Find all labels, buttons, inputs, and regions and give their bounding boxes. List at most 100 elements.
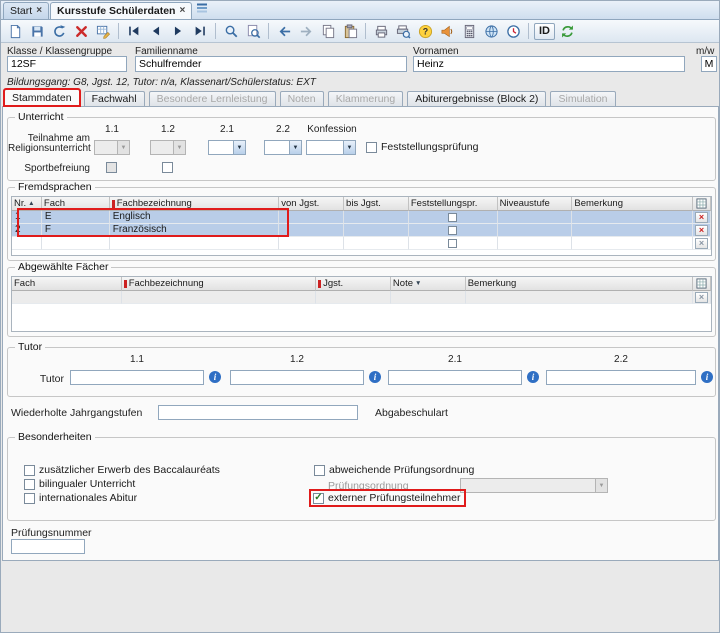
table-settings-button[interactable]: [693, 277, 711, 291]
tab-kursstufe-schuelerdaten[interactable]: Kursstufe Schülerdaten ×: [50, 2, 192, 19]
col-feststellungspr[interactable]: Feststellungspr.: [409, 197, 498, 211]
filter-search-icon[interactable]: [243, 22, 263, 41]
checkbox-box[interactable]: [24, 493, 35, 504]
print-preview-icon[interactable]: [393, 22, 413, 41]
next-record-icon[interactable]: [168, 22, 188, 41]
checkbox-box[interactable]: [24, 465, 35, 476]
delete-row-button[interactable]: ×: [695, 292, 708, 303]
chevron-down-icon[interactable]: ▼: [289, 140, 302, 155]
col-note[interactable]: Note▼: [391, 277, 466, 291]
pruefungsnummer-label: Prüfungsnummer: [11, 527, 92, 539]
navigate-forward-icon[interactable]: [296, 22, 316, 41]
table-row[interactable]: 2 F Französisch ×: [12, 224, 711, 237]
feststellung-checkbox[interactable]: [448, 226, 457, 235]
feststellungspruefung-label: Feststellungsprüfung: [381, 141, 478, 153]
col-nr[interactable]: Nr.▲: [12, 197, 42, 211]
main-toolbar: ? ID: [1, 20, 719, 43]
tab-list-icon[interactable]: [196, 2, 208, 17]
checkbox-box[interactable]: [314, 465, 325, 476]
klasse-input[interactable]: [7, 56, 127, 72]
checkbox-box[interactable]: [162, 162, 173, 173]
refresh-icon[interactable]: [557, 22, 577, 41]
cell-bemerkung: [572, 237, 693, 250]
report-icon[interactable]: [437, 22, 457, 41]
familienname-input[interactable]: [135, 56, 407, 72]
cell-feststellungspr: [409, 224, 498, 237]
tutor-1-1-input[interactable]: [70, 370, 204, 385]
last-record-icon[interactable]: [190, 22, 210, 41]
close-icon[interactable]: ×: [179, 6, 185, 16]
feststellung-checkbox[interactable]: [448, 239, 457, 248]
col-bemerkung[interactable]: Bemerkung: [572, 197, 693, 211]
previous-record-icon[interactable]: [146, 22, 166, 41]
delete-row-button[interactable]: ×: [695, 238, 708, 249]
chevron-down-icon[interactable]: ▼: [343, 140, 356, 155]
externer-pruefungsteilnehmer-checkbox[interactable]: ✓ externer Prüfungsteilnehmer: [311, 491, 464, 505]
sportbefreiung-1-2-checkbox[interactable]: [162, 162, 173, 173]
col-von-jgst[interactable]: von Jgst.: [279, 197, 344, 211]
mw-input[interactable]: [701, 56, 717, 72]
col-bis-jgst[interactable]: bis Jgst.: [344, 197, 409, 211]
vornamen-input[interactable]: [413, 56, 685, 72]
internationales-abitur-checkbox[interactable]: internationales Abitur: [24, 492, 137, 504]
search-icon[interactable]: [221, 22, 241, 41]
info-icon[interactable]: i: [209, 371, 221, 383]
paste-icon[interactable]: [340, 22, 360, 41]
feststellung-checkbox[interactable]: [448, 213, 457, 222]
tutor-1-2-input[interactable]: [230, 370, 364, 385]
delete-row-button[interactable]: ×: [695, 225, 708, 236]
help-icon[interactable]: ?: [415, 22, 435, 41]
table-row-empty[interactable]: ×: [12, 291, 711, 304]
save-icon[interactable]: [27, 22, 47, 41]
col-bemerkung[interactable]: Bemerkung: [466, 277, 693, 291]
print-icon[interactable]: [371, 22, 391, 41]
col-fachbezeichnung[interactable]: Fachbezeichnung: [122, 277, 316, 291]
navigate-back-icon[interactable]: [274, 22, 294, 41]
tab-start[interactable]: Start ×: [3, 2, 49, 19]
baccalaureat-checkbox[interactable]: zusätzlicher Erwerb des Baccalauréats: [24, 464, 220, 476]
table-row-empty[interactable]: ×: [12, 237, 711, 250]
table-row[interactable]: 1 E Englisch ×: [12, 211, 711, 224]
tab-stammdaten[interactable]: Stammdaten: [4, 89, 80, 106]
col-fachbezeichnung[interactable]: Fachbezeichnung: [110, 197, 280, 211]
info-icon[interactable]: i: [369, 371, 381, 383]
close-icon[interactable]: ×: [36, 6, 42, 16]
info-icon[interactable]: i: [701, 371, 713, 383]
feststellungspruefung-checkbox[interactable]: Feststellungsprüfung: [366, 141, 478, 153]
stammdaten-panel: Unterricht 1.1 1.2 2.1 2.2 Konfession Te…: [2, 106, 719, 561]
table-edit-icon[interactable]: [93, 22, 113, 41]
undo-icon[interactable]: [49, 22, 69, 41]
copy-icon[interactable]: [318, 22, 338, 41]
table-settings-button[interactable]: [693, 197, 711, 211]
col-fach[interactable]: Fach: [12, 277, 122, 291]
religion-2-2-combo[interactable]: ▼: [264, 140, 302, 155]
info-icon[interactable]: i: [527, 371, 539, 383]
first-record-icon[interactable]: [124, 22, 144, 41]
history-icon[interactable]: [503, 22, 523, 41]
religion-2-1-combo[interactable]: ▼: [208, 140, 246, 155]
delete-icon[interactable]: [71, 22, 91, 41]
chevron-down-icon[interactable]: ▼: [233, 140, 246, 155]
app-window: Start × Kursstufe Schülerdaten × ?: [0, 0, 720, 633]
abweichende-pruefungsordnung-checkbox[interactable]: abweichende Prüfungsordnung: [314, 464, 474, 476]
delete-row-button[interactable]: ×: [695, 212, 708, 223]
bilingual-checkbox[interactable]: bilingualer Unterricht: [24, 478, 135, 490]
checkbox-box[interactable]: ✓: [313, 493, 324, 504]
globe-icon[interactable]: [481, 22, 501, 41]
tab-fachwahl[interactable]: Fachwahl: [84, 91, 145, 106]
id-button[interactable]: ID: [534, 23, 555, 40]
pruefungsnummer-input[interactable]: [11, 539, 85, 554]
checkbox-box[interactable]: [366, 142, 377, 153]
fremdsprachen-title: Fremdsprachen: [15, 181, 95, 193]
col-fach[interactable]: Fach: [42, 197, 110, 211]
tab-abiturergebnisse[interactable]: Abiturergebnisse (Block 2): [407, 91, 546, 106]
new-icon[interactable]: [5, 22, 25, 41]
konfession-combo[interactable]: ▼: [306, 140, 356, 155]
tutor-2-1-input[interactable]: [388, 370, 522, 385]
wiederholte-jahrgangstufen-input[interactable]: [158, 405, 358, 420]
calculator-icon[interactable]: [459, 22, 479, 41]
col-niveaustufe[interactable]: Niveaustufe: [498, 197, 573, 211]
tutor-2-2-input[interactable]: [546, 370, 696, 385]
checkbox-box[interactable]: [24, 479, 35, 490]
col-jgst[interactable]: Jgst.: [316, 277, 391, 291]
